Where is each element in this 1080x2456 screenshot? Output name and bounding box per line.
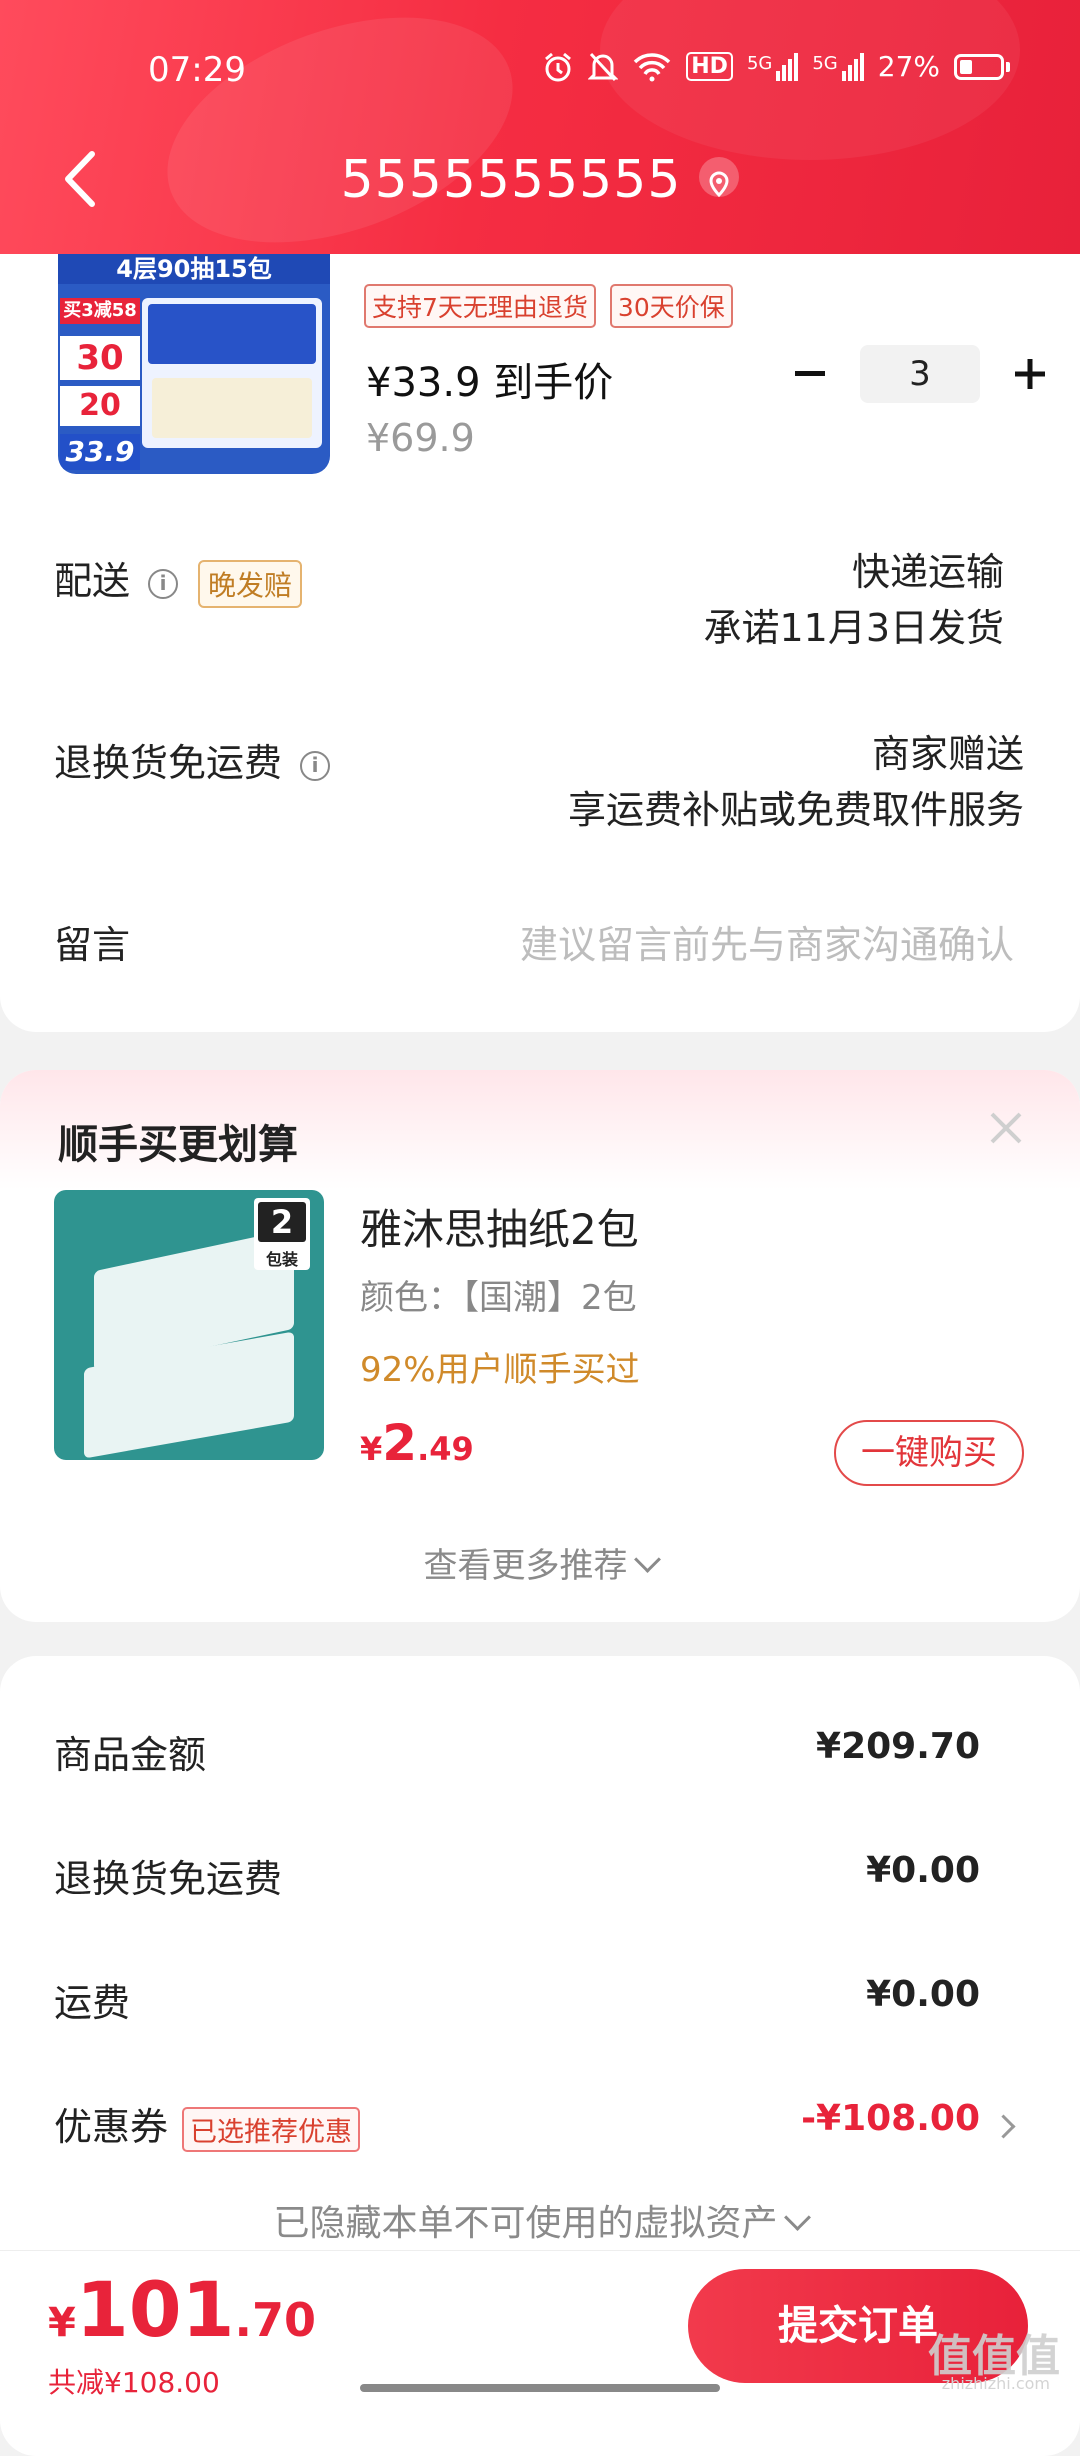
recommend-buyers-rate: 92%用户顺手买过 [360, 1350, 640, 1390]
close-icon[interactable] [986, 1108, 1026, 1148]
shipping-fee-value: ¥0.00 [866, 1974, 980, 2015]
shipping-fee-label: 运费 [54, 1981, 131, 2025]
chevron-down-icon [633, 1546, 661, 1573]
promo-label: 20 [60, 386, 140, 426]
total-discount: 共减¥108.00 [48, 2366, 220, 2399]
promo-label: 买3减58 [60, 298, 140, 324]
see-more-recommend[interactable]: 查看更多推荐 [0, 1538, 1080, 1587]
return-shipping-label: 退换货免运费 [54, 741, 283, 785]
late-compensation-tag: 晚发赔 [198, 559, 303, 608]
checkout-bar: ¥101.70 共减¥108.00 提交订单 [0, 2250, 1080, 2401]
pack-count: 2 [258, 1202, 306, 1242]
delivery-promise: 承诺11月3日发货 [703, 606, 1004, 650]
chevron-down-icon [783, 2204, 811, 2231]
product-image-banner: 4层90抽15包 [58, 254, 330, 284]
watermark-site: zhizhizhi.com [941, 2374, 1050, 2393]
tissue-pack-graphic [142, 298, 322, 448]
product-image[interactable]: 4层90抽15包 买3减58 30 20 33.9 [58, 254, 330, 474]
service-tags: 支持7天无理由退货 30天价保 [364, 284, 733, 328]
original-price: ¥69.9 [366, 416, 475, 460]
goods-amount-label: 商品金额 [54, 1733, 207, 1777]
status-icons: HD 5G 5G 27% [542, 50, 1010, 83]
5g-signal-icon: 5G [812, 52, 864, 81]
total-integer: 101 [75, 2265, 235, 2354]
return-fee-value: ¥0.00 [866, 1850, 980, 1891]
price-protect-tag: 30天价保 [609, 284, 733, 328]
delivery-method: 快递运输 [851, 550, 1004, 594]
info-icon[interactable]: i [148, 568, 179, 599]
header-decoration [136, 0, 544, 254]
delivery-label: 配送 [54, 559, 131, 603]
coupon-label: 优惠券 [54, 2105, 169, 2149]
promo-price: 33.9 [60, 434, 140, 470]
network-type: 5G [812, 52, 838, 74]
recommend-product-image[interactable]: 2 包装 [54, 1190, 324, 1460]
pack-count-badge: 2 包装 [254, 1198, 310, 1270]
wifi-icon [634, 52, 671, 81]
price-decimal: .49 [417, 1430, 474, 1468]
increase-button[interactable] [1000, 344, 1060, 404]
hidden-assets-toggle[interactable]: 已隐藏本单不可使用的虚拟资产 [0, 2194, 1080, 2246]
decrease-button[interactable] [780, 344, 840, 404]
total-symbol: ¥ [48, 2300, 76, 2346]
coupon-value[interactable]: -¥108.00 [801, 2098, 980, 2139]
return-fee-label: 退换货免运费 [54, 1857, 283, 1901]
price-integer: 2 [382, 1414, 418, 1472]
recommend-price: ¥2.49 [360, 1414, 474, 1472]
status-time: 07:29 [148, 50, 246, 90]
network-type: 5G [746, 52, 773, 74]
recommend-product-color: 颜色：【国潮】2包 [360, 1278, 637, 1318]
header-bar: 07:29 HD 5G 5G 27% 5555555555 [0, 0, 1080, 254]
return-shipping-row: 退换货免运费 i [54, 732, 331, 787]
price-symbol: ¥ [360, 1430, 383, 1468]
message-label: 留言 [54, 923, 131, 967]
promo-label: 30 [60, 336, 140, 380]
location-pin-icon[interactable] [699, 157, 740, 198]
return-policy-tag: 支持7天无理由退货 [364, 284, 596, 328]
hidden-assets-label: 已隐藏本单不可使用的虚拟资产 [273, 2203, 778, 2244]
hd-icon: HD [686, 52, 733, 81]
delivery-row: 配送 i 晚发赔 [54, 550, 303, 608]
battery-percent: 27% [877, 50, 940, 83]
message-input[interactable]: 建议留言前先与商家沟通确认 [520, 914, 1014, 969]
info-icon[interactable]: i [300, 750, 331, 781]
return-shipping-line1: 商家赠送 [871, 732, 1024, 776]
alarm-icon [545, 52, 572, 81]
goods-amount-value: ¥209.70 [816, 1726, 980, 1767]
chevron-right-icon[interactable] [991, 2114, 1016, 2139]
home-indicator[interactable] [360, 2384, 720, 2392]
delivery-info[interactable]: 快递运输 承诺11月3日发货 [703, 544, 1004, 656]
return-shipping-info: 商家赠送 享运费补贴或免费取件服务 [568, 726, 1024, 838]
page-title: 5555555555 [0, 150, 1080, 210]
recommend-card: 顺手买更划算 2 包装 雅沐思抽纸2包 颜色：【国潮】2包 92%用户顺手买过 … [0, 1070, 1080, 1622]
mute-bell-icon [588, 52, 619, 81]
one-click-buy-button[interactable]: 一键购买 [834, 1420, 1024, 1486]
recommend-title: 顺手买更划算 [58, 1122, 298, 1168]
final-price: ¥33.9 到手价 [366, 360, 614, 406]
total-decimal: .70 [234, 2293, 317, 2347]
5g-signal-icon: 5G [746, 52, 799, 81]
recommend-product-name[interactable]: 雅沐思抽纸2包 [360, 1196, 639, 1257]
battery-icon [954, 53, 1010, 80]
pack-count-sub: 包装 [265, 1250, 298, 1269]
coupon-tag: 已选推荐优惠 [182, 2107, 361, 2152]
return-shipping-line2: 享运费补贴或免费取件服务 [567, 788, 1024, 832]
page-title-text: 5555555555 [340, 150, 682, 210]
total-price: ¥101.70 [48, 2265, 316, 2354]
quantity-stepper: 3 [780, 344, 1060, 404]
quantity-input[interactable]: 3 [860, 345, 980, 403]
coupon-row[interactable]: 优惠券 已选推荐优惠 [54, 2096, 361, 2152]
order-detail-card: 4层90抽15包 买3减58 30 20 33.9 支持7天无理由退货 30天价… [0, 254, 1080, 1032]
see-more-label: 查看更多推荐 [423, 1546, 628, 1586]
